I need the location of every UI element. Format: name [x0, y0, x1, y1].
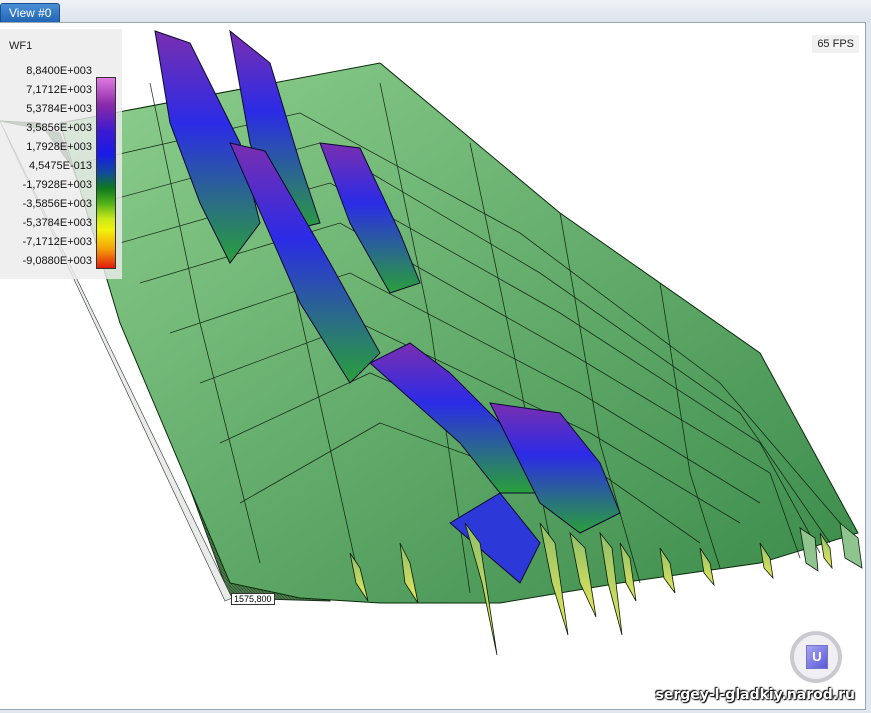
fps-counter: 65 FPS: [812, 35, 859, 53]
legend-label: -5,3784E+003: [22, 217, 92, 229]
surface-plot: [0, 29, 863, 656]
legend-color-bar: [96, 77, 116, 269]
legend-label: -3,5856E+003: [22, 198, 92, 210]
color-legend: WF1 8,8400E+003 7,1712E+003 5,3784E+003 …: [0, 29, 122, 279]
legend-label: -1,7928E+003: [22, 179, 92, 191]
legend-label: 4,5475E-013: [29, 160, 92, 172]
legend-label: -7,1712E+003: [22, 236, 92, 248]
legend-label: 7,1712E+003: [26, 84, 92, 96]
watermark: sergey-l-gladkiy.narod.ru: [655, 687, 856, 703]
legend-label: -9,0880E+003: [22, 255, 92, 267]
tab-view-0[interactable]: View #0: [0, 3, 61, 23]
navcube-face[interactable]: U: [806, 645, 828, 669]
navigation-cube-icon[interactable]: U: [790, 631, 842, 683]
legend-label: 1,7928E+003: [26, 141, 92, 153]
legend-label: 8,8400E+003: [26, 65, 92, 77]
tab-strip: View #0: [0, 0, 871, 23]
legend-label: 5,3784E+003: [26, 103, 92, 115]
legend-title: WF1: [9, 40, 33, 52]
legend-label: 3,5856E+003: [26, 122, 92, 134]
3d-viewport[interactable]: WF1 8,8400E+003 7,1712E+003 5,3784E+003 …: [0, 22, 866, 710]
coordinate-label: 1575,800: [231, 593, 275, 605]
